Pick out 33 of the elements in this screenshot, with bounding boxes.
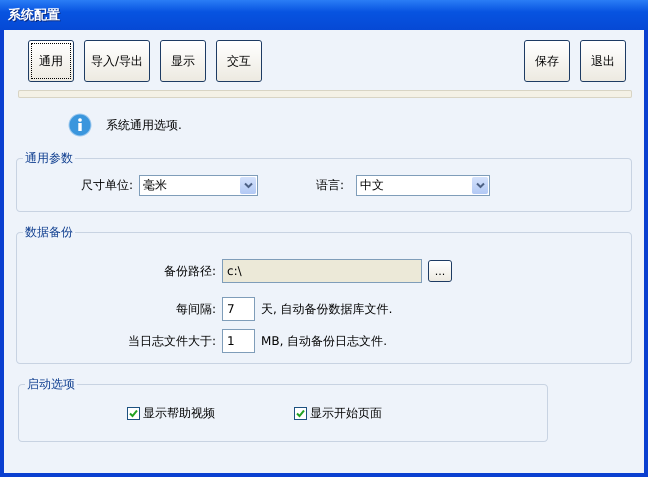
browse-button[interactable]: ... (428, 260, 452, 282)
unit-select[interactable]: 毫米 (139, 175, 258, 196)
chevron-down-icon (476, 182, 484, 189)
action-button[interactable]: 保存 (524, 40, 570, 82)
path-label: 备份路径: (162, 262, 216, 280)
language-select[interactable]: 中文 (356, 175, 490, 196)
unit-label: 尺寸单位: (80, 177, 133, 194)
action-button[interactable]: 退出 (580, 40, 626, 82)
tab-button[interactable]: 导入/导出 (84, 40, 150, 82)
tab-button[interactable]: 通用 (28, 40, 74, 82)
log-size-label: 当日志文件大于: (126, 332, 216, 350)
check-icon (296, 409, 305, 418)
info-icon (68, 113, 92, 137)
checkbox-label: 显示开始页面 (310, 405, 382, 422)
chevron-down-icon (244, 182, 252, 189)
tab-button[interactable]: 交互 (216, 40, 262, 82)
log-size-field[interactable]: 1 (222, 329, 255, 353)
checkbox[interactable] (294, 407, 307, 420)
window-title: 系统配置 (8, 6, 60, 24)
info-text: 系统通用选项. (106, 116, 182, 134)
group-title: 数据备份 (23, 224, 75, 241)
language-label: 语言: (314, 177, 344, 194)
group-title: 通用参数 (23, 150, 75, 167)
interval-suffix: 天, 自动备份数据库文件. (261, 300, 392, 318)
check-icon (129, 409, 138, 418)
interval-field[interactable]: 7 (222, 297, 255, 321)
checkbox[interactable] (127, 407, 140, 420)
interval-label: 每间隔: (174, 300, 216, 318)
log-size-suffix: MB, 自动备份日志文件. (261, 332, 388, 350)
checkbox-label: 显示帮助视频 (143, 405, 215, 422)
path-field[interactable]: c:\ (222, 259, 422, 283)
group-title: 启动选项 (25, 376, 77, 393)
tab-button[interactable]: 显示 (160, 40, 206, 82)
